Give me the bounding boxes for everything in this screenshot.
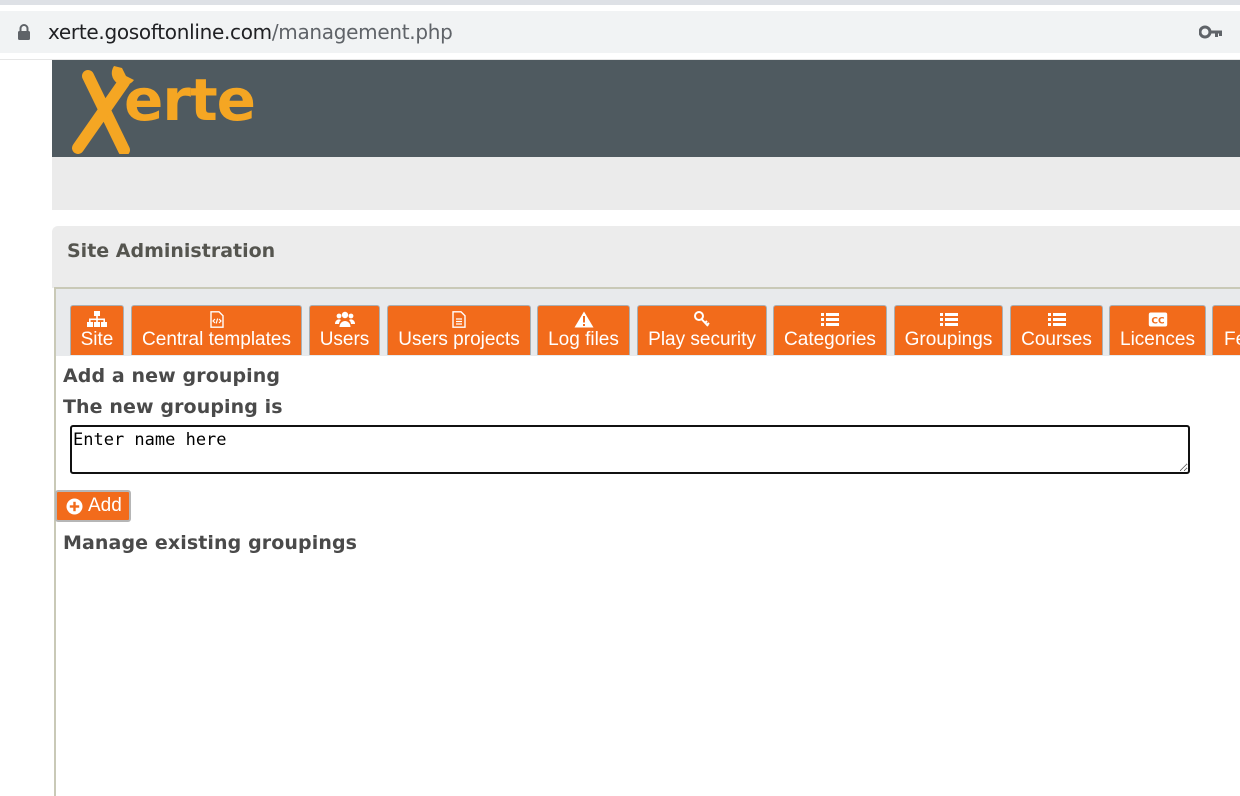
add-button-label: Add [88,495,122,516]
grouping-field-label: The new grouping is [63,396,283,418]
add-grouping-heading: Add a new grouping [63,365,281,387]
tab-label: Users [319,329,370,350]
list-icon [1047,313,1066,326]
tab-label: Categories [784,329,876,350]
key-icon[interactable] [1199,25,1223,39]
tab-site[interactable]: Site [70,305,124,355]
svg-text:erte: erte [124,66,255,134]
tab-groupings[interactable]: Groupings [894,305,1003,355]
url-host: xerte.gosoftonline.com [48,20,272,44]
browser-tabstrip [0,0,1240,5]
tab-label: Courses [1021,329,1092,350]
tab-label: Log files [548,329,619,350]
tab-play-security[interactable]: Play security [637,305,767,355]
admin-title: Site Administration [67,240,276,262]
tab-licences[interactable]: CC Licences [1109,305,1206,355]
admin-header: Site Administration [52,226,1240,288]
add-button[interactable]: Add [55,490,131,522]
svg-text:CC: CC [1151,317,1165,327]
text-file-icon [452,311,466,328]
tab-central-templates[interactable]: Central templates [131,305,302,355]
code-file-icon [209,311,224,328]
header-subbar [52,157,1240,210]
tab-courses[interactable]: Courses [1010,305,1103,355]
tab-label: Users projects [398,329,520,350]
address-bar[interactable]: xerte.gosoftonline.com/management.php [0,11,1240,53]
tab-label: Licences [1120,329,1195,350]
list-icon [821,313,839,326]
key-icon [694,311,710,327]
url-path: /management.php [271,20,453,44]
tab-categories[interactable]: Categories [773,305,887,355]
tab-label: Site [80,329,114,350]
tab-label: Central templates [142,329,291,350]
grouping-name-input[interactable]: Enter name here [70,425,1190,474]
plus-circle-icon [66,498,83,515]
users-icon [334,311,355,327]
manage-groupings-heading: Manage existing groupings [63,532,358,554]
tab-label: Groupings [904,329,993,350]
tab-label: Fe [1224,329,1240,350]
tab-label: Play security [648,329,756,350]
site-header: erte [52,60,1240,157]
cc-icon: CC [1148,312,1167,327]
sitemap-icon [87,311,107,327]
xerte-logo[interactable]: erte [66,62,266,154]
tab-users-projects[interactable]: Users projects [387,305,531,355]
list-icon [939,313,958,326]
tab-fe-partial[interactable]: Fe [1212,305,1240,355]
tab-users[interactable]: Users [309,305,380,355]
lock-icon[interactable] [17,24,31,40]
warning-icon [574,311,593,328]
url-text[interactable]: xerte.gosoftonline.com/management.php [48,20,453,44]
tab-log-files[interactable]: Log files [537,305,630,355]
